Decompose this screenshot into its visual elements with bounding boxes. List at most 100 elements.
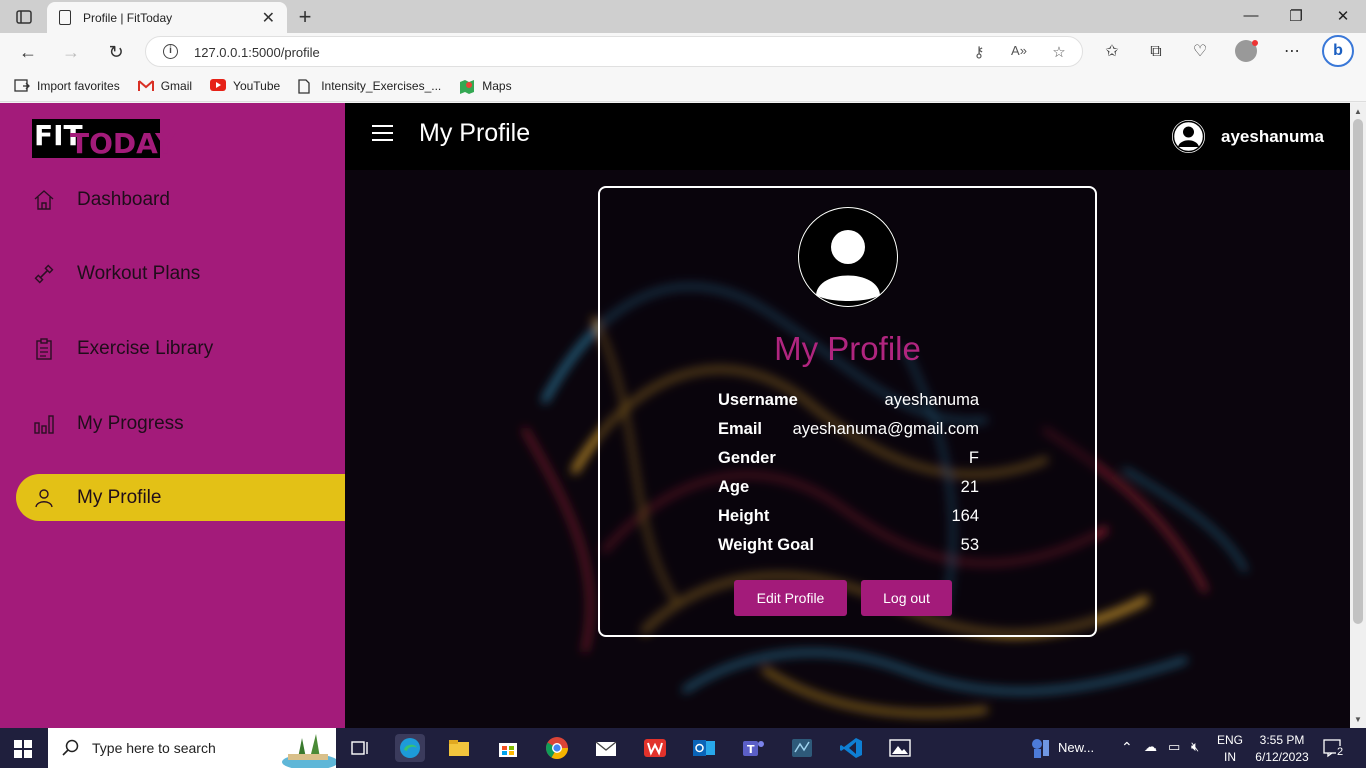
collections-icon[interactable]: ⧉: [1143, 40, 1169, 64]
favorite-maps[interactable]: Maps: [459, 78, 512, 94]
favorite-youtube[interactable]: YouTube: [210, 78, 280, 93]
back-icon[interactable]: ←: [15, 39, 41, 65]
sidebar-item-my-profile[interactable]: My Profile: [16, 474, 345, 521]
sidebar-item-dashboard[interactable]: Dashboard: [16, 176, 345, 223]
chrome-icon[interactable]: [542, 734, 572, 762]
menu-toggle-icon[interactable]: [372, 125, 393, 141]
photos-icon[interactable]: [885, 734, 915, 762]
lang-line1: ENG: [1217, 733, 1244, 747]
clock-time: 3:55 PM: [1259, 733, 1305, 747]
clock-date: 6/12/2023: [1255, 750, 1309, 764]
profile-row-age: Age 21: [718, 473, 979, 502]
tray-overflow-icon[interactable]: ⌃: [1121, 739, 1133, 756]
file-explorer-icon[interactable]: [444, 734, 474, 762]
browser-essentials-icon[interactable]: ♡: [1187, 40, 1213, 64]
taskbar-search[interactable]: Type here to search: [48, 728, 336, 768]
vscode-icon[interactable]: [836, 734, 866, 762]
main-content: My Profile ayeshanuma My Profile Usernam…: [345, 103, 1350, 728]
sidebar: FIT TODAY Dashboard Workout Plans Exerci…: [0, 103, 345, 728]
logo[interactable]: FIT TODAY: [32, 119, 175, 160]
new-tab-icon[interactable]: +: [292, 4, 318, 30]
sidebar-item-exercise-library[interactable]: Exercise Library: [16, 325, 345, 372]
youtube-icon: [210, 78, 227, 93]
close-window-icon[interactable]: ✕: [1333, 7, 1353, 25]
field-value: ayeshanuma: [884, 391, 979, 409]
mysql-workbench-icon[interactable]: [787, 734, 817, 762]
user-icon: [32, 486, 56, 510]
header-username[interactable]: ayeshanuma: [1221, 127, 1324, 147]
onedrive-icon[interactable]: ☁: [1144, 739, 1157, 755]
favorite-label: Intensity_Exercises_...: [321, 78, 442, 93]
home-icon: [32, 188, 56, 212]
restore-icon[interactable]: ❐: [1286, 7, 1306, 25]
profile-info-table: Username ayeshanuma Email ayeshanuma@gma…: [718, 386, 979, 560]
field-value: 164: [951, 507, 979, 525]
mail-icon[interactable]: [591, 734, 621, 762]
notifications-icon[interactable]: 2: [1323, 738, 1345, 758]
lang-line2: IN: [1224, 750, 1236, 764]
svg-text:T: T: [747, 743, 755, 756]
maps-icon: [459, 79, 475, 94]
page-icon: [59, 10, 71, 25]
network-icon[interactable]: ▭: [1168, 739, 1180, 755]
sidebar-item-label: My Profile: [77, 486, 162, 508]
favorite-star-icon[interactable]: ☆: [1049, 43, 1069, 61]
search-icon: [62, 739, 79, 756]
bing-icon[interactable]: b: [1322, 35, 1354, 67]
site-info-icon[interactable]: i: [163, 44, 178, 59]
close-tab-icon[interactable]: ✕: [262, 8, 275, 28]
edit-profile-button[interactable]: Edit Profile: [734, 580, 847, 616]
teams-icon[interactable]: T: [738, 734, 768, 762]
app-root: FIT TODAY Dashboard Workout Plans Exerci…: [0, 103, 1350, 728]
news-label[interactable]: New...: [1058, 740, 1094, 755]
field-label: Height: [718, 507, 770, 525]
field-value: ayeshanuma@gmail.com: [792, 420, 979, 438]
scroll-thumb[interactable]: [1353, 119, 1363, 624]
sidebar-item-label: Dashboard: [77, 188, 170, 210]
favorite-import[interactable]: Import favorites: [14, 79, 120, 93]
logout-button[interactable]: Log out: [861, 580, 952, 616]
favorite-label: Maps: [482, 78, 512, 93]
field-label: Gender: [718, 449, 776, 467]
profile-title: My Profile: [774, 330, 921, 367]
edge-icon[interactable]: [395, 734, 425, 762]
tab-actions-icon[interactable]: [10, 6, 38, 28]
scroll-up-icon[interactable]: ▲: [1354, 107, 1362, 116]
favorites-icon[interactable]: ✩: [1099, 40, 1125, 64]
sidebar-item-my-progress[interactable]: My Progress: [16, 400, 345, 447]
key-icon[interactable]: ⚷: [969, 43, 989, 61]
taskbar: Type here to search T New... ⌃ ☁ ▭ 🔇︎ EN…: [0, 728, 1366, 768]
weather-icon[interactable]: [1025, 734, 1055, 762]
profile-card: My Profile Username ayeshanuma Email aye…: [598, 186, 1097, 637]
task-view-icon[interactable]: [346, 734, 376, 762]
gmail-icon: [137, 79, 154, 93]
wps-icon[interactable]: [640, 734, 670, 762]
import-icon: [14, 78, 30, 93]
outlook-icon[interactable]: [689, 734, 719, 762]
field-value: 53: [960, 536, 979, 554]
user-avatar[interactable]: [1170, 118, 1207, 155]
url-input[interactable]: i 127.0.0.1:5000/profile ⚷ A» ☆: [145, 36, 1083, 67]
more-options-icon[interactable]: ⋯: [1279, 40, 1305, 64]
refresh-icon[interactable]: ↻: [103, 39, 129, 65]
field-label: Username: [718, 391, 798, 409]
browser-tab[interactable]: Profile | FitToday ✕: [47, 2, 287, 33]
favorite-gmail[interactable]: Gmail: [137, 79, 192, 93]
clock[interactable]: 3:55 PM 6/12/2023: [1250, 733, 1314, 764]
minimize-icon[interactable]: —: [1241, 7, 1261, 24]
field-label: Age: [718, 478, 750, 496]
sidebar-item-workout-plans[interactable]: Workout Plans: [16, 250, 345, 297]
field-value: F: [968, 449, 979, 467]
windows-start-icon[interactable]: [14, 740, 32, 758]
language-indicator[interactable]: ENG IN: [1217, 733, 1243, 764]
favorites-bar: Import favorites Gmail YouTube Intensity…: [0, 70, 1366, 102]
scroll-down-icon[interactable]: ▼: [1354, 715, 1362, 724]
field-label: Email: [718, 420, 763, 438]
volume-muted-icon[interactable]: 🔇︎: [1191, 739, 1199, 755]
store-icon[interactable]: [493, 734, 523, 762]
read-aloud-icon[interactable]: A»: [1009, 43, 1029, 58]
bar-chart-icon: [32, 412, 56, 436]
favorite-intensity[interactable]: Intensity_Exercises_...: [298, 78, 442, 94]
forward-icon[interactable]: →: [58, 39, 84, 65]
page-scrollbar[interactable]: ▲ ▼: [1350, 103, 1366, 728]
